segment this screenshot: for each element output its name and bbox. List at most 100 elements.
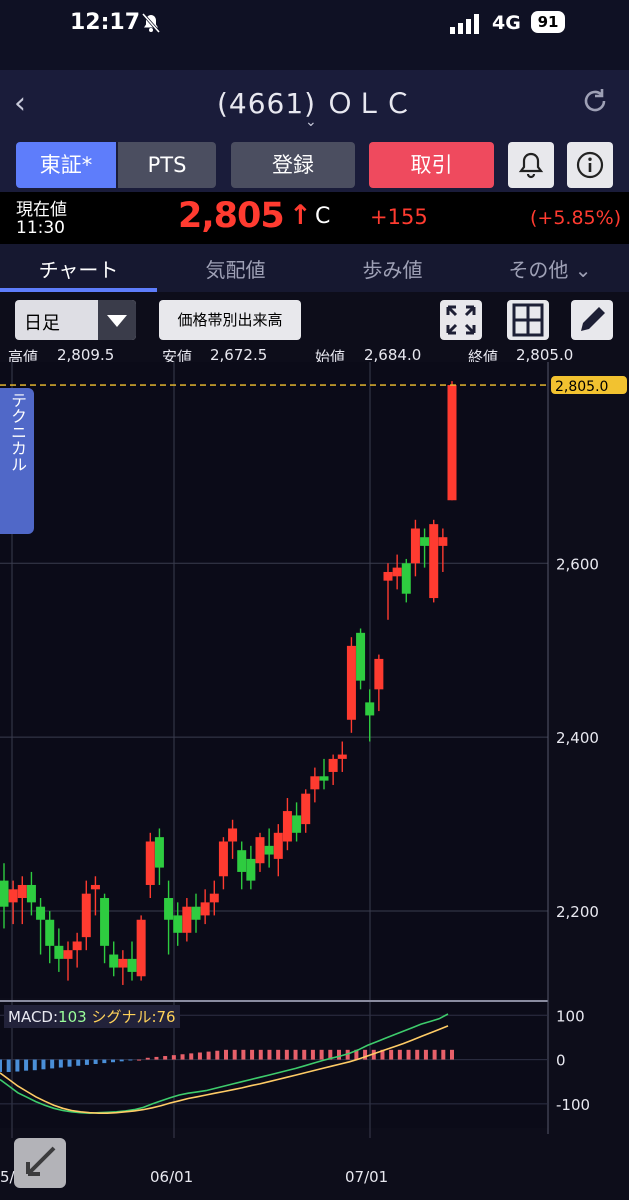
candle-body — [191, 906, 201, 920]
candle-body — [410, 528, 420, 564]
candle-body — [26, 884, 36, 903]
price-time: 11:30 — [16, 218, 65, 238]
candle-body — [237, 850, 247, 872]
tab-quotes[interactable]: 気配値 — [157, 254, 314, 283]
macd-histogram-bar — [119, 1059, 124, 1062]
price-tick-label: 2,600 — [556, 555, 599, 573]
macd-histogram-bar — [258, 1049, 263, 1060]
candle-body — [81, 893, 91, 938]
candle-body — [36, 906, 46, 920]
macd-histogram-bar — [189, 1053, 194, 1060]
candle-body — [273, 832, 283, 859]
x-tick-label: 06/01 — [150, 1168, 193, 1186]
macd-histogram-bar — [450, 1049, 454, 1060]
up-arrow-icon: ↑ — [289, 200, 312, 231]
macd-histogram-bar — [41, 1059, 46, 1070]
expand-icon — [446, 305, 476, 335]
x-tick-label: 07/01 — [345, 1168, 388, 1186]
price-chart[interactable]: 2,2002,4002,6002,805.01000-1005/06/01 07/… — [0, 362, 629, 1200]
candle-body — [365, 702, 375, 716]
status-time: 12:17 — [70, 10, 141, 35]
bell-icon — [518, 152, 544, 179]
macd-histogram-bar — [76, 1059, 81, 1066]
register-button[interactable]: 登録 — [231, 142, 355, 188]
candle-body — [310, 776, 320, 790]
candle-body — [356, 632, 366, 681]
macd-tick-label: 100 — [556, 1007, 585, 1025]
macd-histogram-bar — [171, 1055, 176, 1060]
macd-histogram-bar — [276, 1049, 281, 1060]
network-type: 4G — [492, 12, 521, 34]
macd-histogram-bar — [241, 1049, 246, 1060]
macd-histogram-bar — [84, 1059, 89, 1065]
candle-body — [100, 898, 110, 946]
candle-body — [429, 524, 439, 599]
period-dropdown-button[interactable] — [98, 300, 136, 340]
back-chevron-icon[interactable]: ‹ — [14, 86, 26, 121]
macd-histogram-bar — [293, 1049, 298, 1060]
draw-button[interactable] — [571, 300, 613, 340]
candle-body — [392, 567, 402, 577]
candle-body — [182, 906, 192, 933]
alert-button[interactable] — [508, 142, 554, 188]
tosho-market-button[interactable]: 東証* — [16, 142, 116, 188]
candle-body — [301, 793, 311, 825]
chevron-down-icon[interactable]: ⌄ — [305, 114, 317, 130]
macd-histogram-bar — [128, 1059, 133, 1061]
macd-histogram-bar — [224, 1049, 228, 1060]
candle-body — [17, 884, 27, 899]
macd-histogram-bar — [137, 1059, 142, 1061]
macd-histogram-bar — [24, 1059, 29, 1071]
triangle-down-icon — [107, 315, 127, 327]
macd-histogram-bar — [154, 1056, 159, 1060]
candle-body — [164, 898, 174, 920]
macd-histogram-bar — [415, 1049, 420, 1060]
macd-histogram-bar — [441, 1049, 446, 1060]
trade-button[interactable]: 取引 — [369, 142, 494, 188]
candle-body — [447, 385, 457, 501]
last-price-label: 2,805.0 — [555, 379, 608, 395]
macd-histogram-bar — [310, 1049, 315, 1060]
candle-body — [72, 941, 82, 951]
candle-body — [319, 776, 329, 781]
info-button[interactable] — [567, 142, 613, 188]
macd-histogram-bar — [93, 1059, 98, 1064]
price-change: +155 — [370, 205, 428, 229]
macd-histogram-bar — [50, 1059, 55, 1069]
candle-body — [173, 915, 183, 933]
macd-histogram-bar — [232, 1049, 237, 1060]
battery-indicator: 91 — [531, 11, 565, 33]
pts-market-button[interactable]: PTS — [118, 142, 216, 188]
macd-histogram-bar — [32, 1059, 37, 1071]
candle-body — [255, 837, 265, 864]
layout-grid-button[interactable] — [507, 300, 549, 340]
candle-body — [346, 645, 356, 720]
fullscreen-button[interactable] — [440, 300, 482, 340]
candle-body — [401, 563, 411, 594]
tab-other[interactable]: その他 ⌄ — [471, 254, 629, 283]
macd-histogram-bar — [432, 1049, 437, 1060]
candle-body — [328, 758, 338, 772]
macd-value: 103 — [58, 1008, 87, 1026]
macd-histogram-bar — [215, 1050, 220, 1060]
macd-histogram-bar — [406, 1049, 411, 1060]
macd-histogram-bar — [163, 1056, 168, 1060]
macd-histogram-bar — [6, 1059, 11, 1072]
macd-histogram-bar — [302, 1049, 307, 1060]
macd-histogram-bar — [337, 1049, 341, 1060]
macd-histogram-bar — [180, 1054, 185, 1060]
tab-chart[interactable]: チャート — [0, 254, 157, 283]
candle-body — [228, 828, 238, 842]
volume-by-price-button[interactable]: 価格帯別出来高 — [159, 300, 301, 340]
scroll-handle[interactable] — [14, 1138, 66, 1188]
candle-body — [63, 950, 73, 959]
refresh-icon[interactable] — [580, 86, 610, 116]
candle-body — [374, 658, 384, 690]
candle-body — [8, 889, 18, 903]
candle-body — [218, 841, 228, 877]
tab-trades[interactable]: 歩み値 — [314, 254, 471, 283]
macd-histogram-bar — [267, 1049, 272, 1060]
macd-histogram-bar — [319, 1049, 324, 1060]
candle-body — [54, 945, 64, 959]
candle-body — [154, 837, 164, 868]
